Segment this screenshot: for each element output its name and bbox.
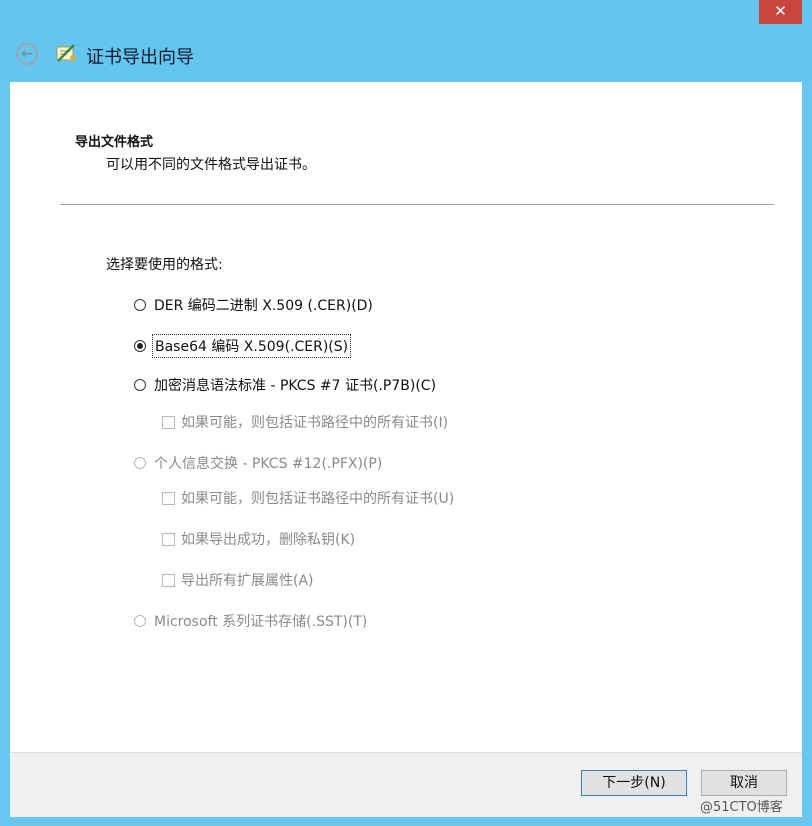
- checkbox-export-extended-properties-label: 导出所有扩展属性(A): [181, 573, 314, 589]
- checkbox-box[interactable]: [162, 532, 175, 546]
- radio-base64[interactable]: Base64 编码 X.509(.CER)(S): [134, 334, 352, 358]
- checkbox-delete-private-key[interactable]: 如果导出成功，删除私钥(K): [162, 529, 355, 549]
- wizard-title: 证书导出向导: [86, 47, 194, 68]
- checkbox-export-extended-properties[interactable]: 导出所有扩展属性(A): [162, 570, 314, 590]
- checkbox-pkcs12-include-all-label: 如果可能，则包括证书路径中的所有证书(U): [181, 491, 455, 507]
- watermark: @51CTO博客: [700, 800, 783, 815]
- radio-pkcs12[interactable]: 个人信息交换 - PKCS #12(.PFX)(P): [134, 453, 382, 473]
- radio-indicator[interactable]: [134, 379, 146, 391]
- radio-der-label: DER 编码二进制 X.509 (.CER)(D): [154, 298, 373, 314]
- next-button[interactable]: 下一步(N): [581, 770, 687, 796]
- radio-pkcs7[interactable]: 加密消息语法标准 - PKCS #7 证书(.P7B)(C): [134, 375, 436, 395]
- wizard-body: [10, 82, 802, 816]
- back-arrow-icon[interactable]: ←: [16, 43, 38, 65]
- format-group-label: 选择要使用的格式:: [106, 257, 223, 273]
- checkbox-box[interactable]: [162, 491, 175, 505]
- checkbox-pkcs7-include-all-label: 如果可能，则包括证书路径中的所有证书(I): [181, 415, 449, 431]
- checkbox-box[interactable]: [162, 415, 175, 429]
- radio-indicator[interactable]: [134, 299, 146, 311]
- radio-sst[interactable]: Microsoft 系列证书存储(.SST)(T): [134, 611, 367, 631]
- radio-pkcs12-label: 个人信息交换 - PKCS #12(.PFX)(P): [154, 456, 383, 472]
- radio-indicator[interactable]: [134, 457, 146, 469]
- radio-pkcs7-label: 加密消息语法标准 - PKCS #7 证书(.P7B)(C): [154, 378, 437, 394]
- title-bar: [0, 0, 812, 82]
- certificate-wizard-icon: [54, 41, 78, 65]
- checkbox-pkcs12-include-all[interactable]: 如果可能，则包括证书路径中的所有证书(U): [162, 488, 454, 508]
- cancel-button[interactable]: 取消: [701, 770, 787, 796]
- checkbox-box[interactable]: [162, 573, 175, 587]
- section-title: 导出文件格式: [75, 135, 154, 150]
- radio-indicator-selected[interactable]: [134, 340, 146, 352]
- close-button[interactable]: ✕: [759, 0, 802, 24]
- checkbox-delete-private-key-label: 如果导出成功，删除私钥(K): [181, 532, 356, 548]
- radio-indicator[interactable]: [134, 615, 146, 627]
- checkbox-pkcs7-include-all[interactable]: 如果可能，则包括证书路径中的所有证书(I): [162, 412, 448, 432]
- radio-der[interactable]: DER 编码二进制 X.509 (.CER)(D): [134, 295, 373, 315]
- radio-base64-label: Base64 编码 X.509(.CER)(S): [151, 334, 352, 358]
- section-subtitle: 可以用不同的文件格式导出证书。: [106, 157, 316, 173]
- radio-sst-label: Microsoft 系列证书存储(.SST)(T): [154, 614, 368, 630]
- divider: [60, 204, 774, 205]
